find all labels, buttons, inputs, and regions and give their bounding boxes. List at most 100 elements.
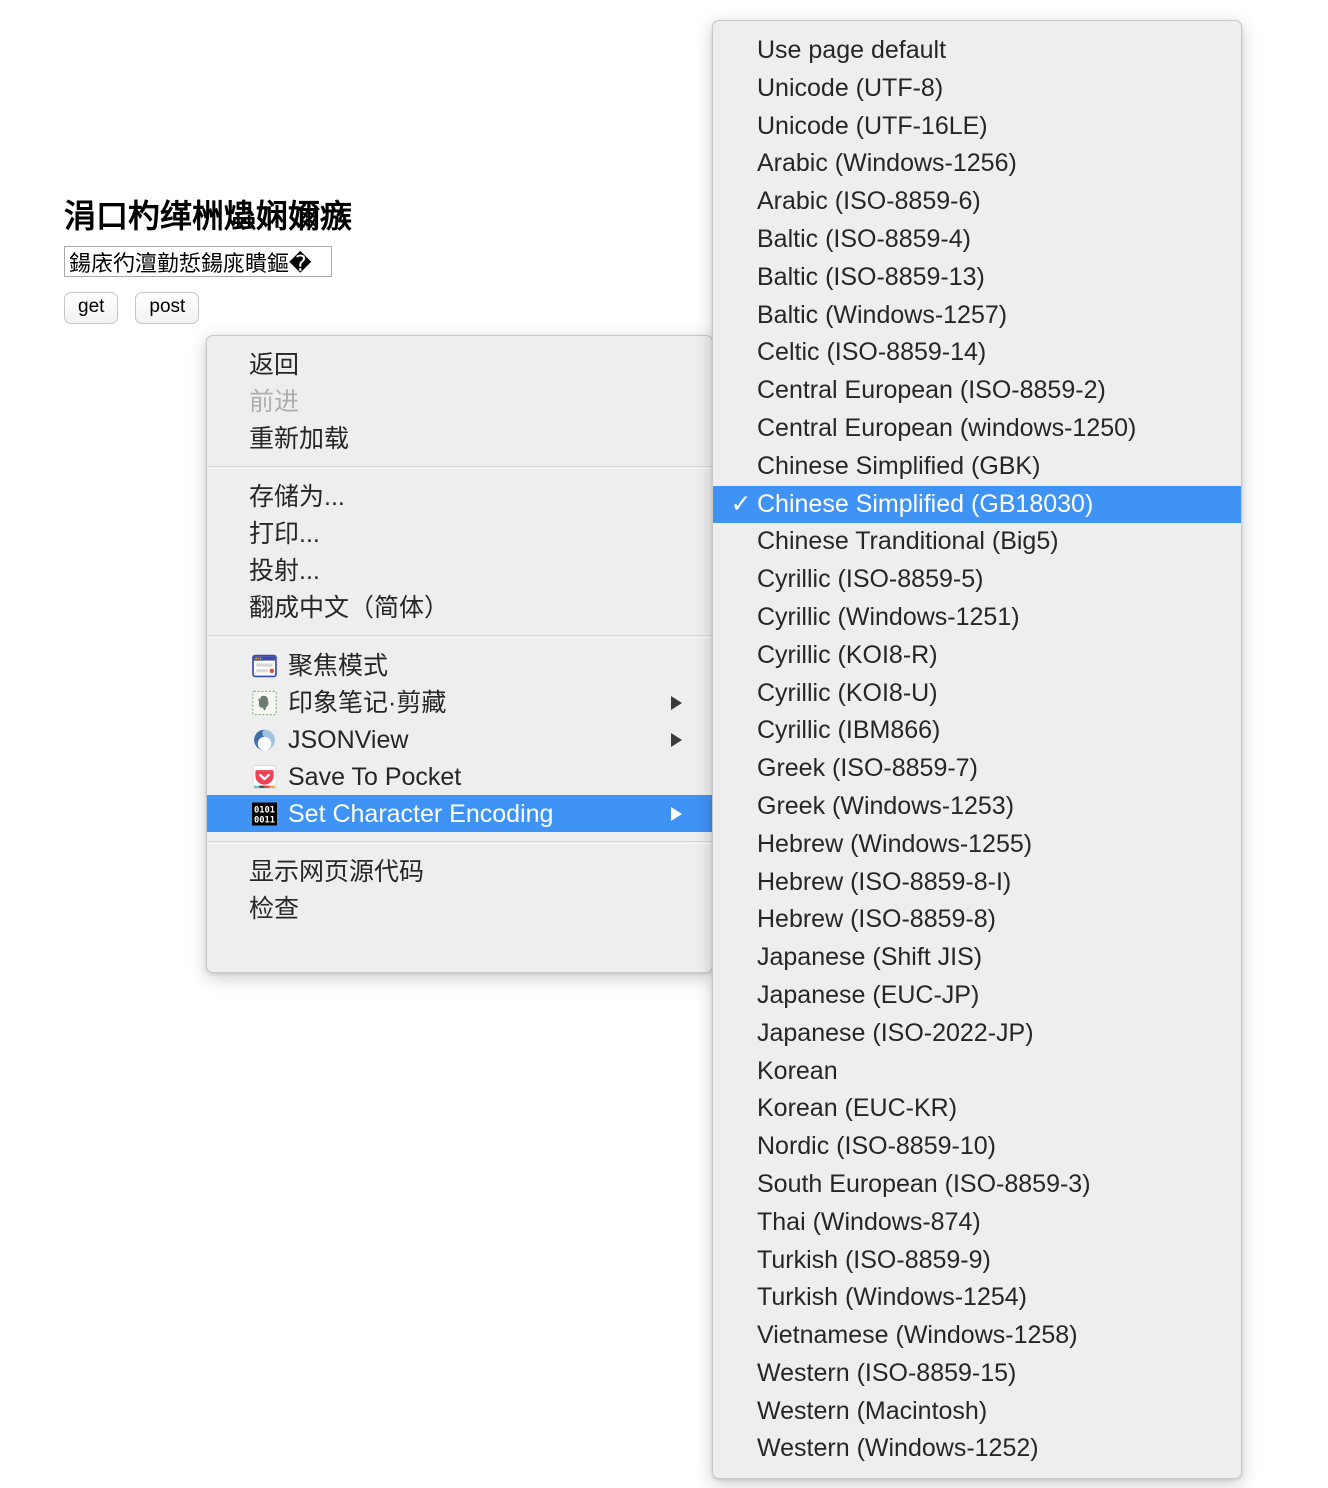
encoding-menu-item[interactable]: Western (Macintosh) xyxy=(713,1393,1241,1431)
encoding-menu-item[interactable]: ✓ Chinese Simplified (GB18030) xyxy=(713,485,1241,524)
context-menu-item[interactable]: 返回 xyxy=(207,346,712,383)
encoding-menu-item-label: Greek (Windows-1253) xyxy=(757,791,1015,820)
context-menu-item-label: 检查 xyxy=(249,894,300,923)
context-menu-item[interactable]: 显示网页源代码 xyxy=(207,853,712,890)
encoding-menu-item[interactable]: Japanese (EUC-JP) xyxy=(713,977,1241,1015)
encoding-menu-item[interactable]: Greek (Windows-1253) xyxy=(713,788,1241,826)
encoding-menu-item-label: Cyrillic (KOI8-R) xyxy=(757,640,938,669)
encoding-menu-item[interactable]: Korean xyxy=(713,1053,1241,1091)
encoding-menu-item[interactable]: Chinese Simplified (GBK) xyxy=(713,448,1241,486)
encoding-menu-item[interactable]: Korean (EUC-KR) xyxy=(713,1090,1241,1128)
encoding-menu-item[interactable]: Japanese (ISO-2022-JP) xyxy=(713,1015,1241,1053)
encoding-menu-item-label: Hebrew (Windows-1255) xyxy=(757,829,1033,858)
context-menu-item[interactable]: 打印... xyxy=(207,515,712,552)
form-button-row: get post xyxy=(64,292,352,324)
encoding-menu-item[interactable]: Nordic (ISO-8859-10) xyxy=(713,1128,1241,1166)
encoding-menu-item-label: Arabic (Windows-1256) xyxy=(757,149,1017,178)
encoding-menu-item[interactable]: Use page default xyxy=(713,32,1241,70)
context-menu-item-label: JSONView xyxy=(288,725,409,754)
encoding-menu-item[interactable]: Celtic (ISO-8859-14) xyxy=(713,334,1241,372)
encoding-menu-item-label: Chinese Tranditional (Big5) xyxy=(757,527,1059,556)
encoding-submenu: Use page default Unicode (UTF-8) Unicode (… xyxy=(712,20,1242,1479)
checkmark-icon: ✓ xyxy=(730,489,752,518)
encoding-menu-item-label: Western (Macintosh) xyxy=(757,1396,988,1425)
encoding-menu-item[interactable]: Central European (ISO-8859-2) xyxy=(713,372,1241,410)
encoding-menu-item-label: Baltic (Windows-1257) xyxy=(757,300,1008,329)
jsonview-swirl-icon xyxy=(252,727,277,752)
context-menu-item[interactable]: 印象笔记·剪藏 xyxy=(207,684,712,721)
context-menu-item[interactable]: 存储为... xyxy=(207,478,712,515)
encoding-menu-item[interactable]: Turkish (Windows-1254) xyxy=(713,1279,1241,1317)
encoding-menu-item[interactable]: Thai (Windows-874) xyxy=(713,1204,1241,1242)
search-input[interactable] xyxy=(64,246,332,277)
encoding-menu-item[interactable]: Baltic (ISO-8859-4) xyxy=(713,221,1241,259)
page-content: 涓口杓缂栦爞娴嬭瘯 get post xyxy=(64,196,352,324)
context-menu-item-label: Save To Pocket xyxy=(288,762,462,791)
encoding-menu-item-label: Turkish (Windows-1254) xyxy=(757,1283,1027,1312)
encoding-menu-item[interactable]: Hebrew (Windows-1255) xyxy=(713,826,1241,864)
encoding-menu-item[interactable]: Vietnamese (Windows-1258) xyxy=(713,1317,1241,1355)
encoding-menu-item[interactable]: Central European (windows-1250) xyxy=(713,410,1241,448)
encoding-menu-item-label: Japanese (ISO-2022-JP) xyxy=(757,1018,1034,1047)
submenu-arrow-icon xyxy=(671,806,682,821)
encoding-menu-item[interactable]: Arabic (Windows-1256) xyxy=(713,145,1241,183)
context-menu-item-label: 返回 xyxy=(249,350,300,379)
encoding-menu-item-label: Western (Windows-1252) xyxy=(757,1434,1039,1463)
encoding-menu-item-label: Japanese (Shift JIS) xyxy=(757,943,983,972)
context-menu-item-label: 翻成中文（简体） xyxy=(249,593,450,622)
context-menu-item[interactable]: Save To Pocket xyxy=(207,758,712,795)
encoding-menu-item-label: Unicode (UTF-8) xyxy=(757,73,944,102)
encoding-menu-item[interactable]: Cyrillic (ISO-8859-5) xyxy=(713,561,1241,599)
encoding-menu-item[interactable]: Chinese Tranditional (Big5) xyxy=(713,523,1241,561)
encoding-menu-item-label: Korean (EUC-KR) xyxy=(757,1094,958,1123)
encoding-menu-item[interactable]: Japanese (Shift JIS) xyxy=(713,939,1241,977)
encoding-menu-item-label: Western (ISO-8859-15) xyxy=(757,1358,1017,1387)
context-menu-item: 前进 xyxy=(207,383,712,420)
encoding-menu-item-label: Hebrew (ISO-8859-8) xyxy=(757,905,996,934)
context-menu-item[interactable]: 检查 xyxy=(207,890,712,927)
encoding-menu-item[interactable]: Hebrew (ISO-8859-8) xyxy=(713,901,1241,939)
encoding-menu-item-label: Use page default xyxy=(757,36,947,64)
encoding-menu-item[interactable]: South European (ISO-8859-3) xyxy=(713,1166,1241,1204)
context-menu-item[interactable]: 翻成中文（简体） xyxy=(207,589,712,626)
menu-separator xyxy=(207,466,712,469)
encoding-menu-item[interactable]: Hebrew (ISO-8859-8-I) xyxy=(713,864,1241,902)
encoding-menu-item[interactable]: Unicode (UTF-16LE) xyxy=(713,108,1241,146)
encoding-menu-item[interactable]: Cyrillic (KOI8-U) xyxy=(713,675,1241,713)
encoding-menu-item[interactable]: Greek (ISO-8859-7) xyxy=(713,750,1241,788)
submenu-arrow-icon xyxy=(671,732,682,747)
context-menu-item-label: 前进 xyxy=(249,387,300,416)
context-menu-item[interactable]: 聚焦模式 xyxy=(207,647,712,684)
encoding-menu-item-label: Cyrillic (KOI8-U) xyxy=(757,678,938,707)
context-menu-item[interactable]: 投射... xyxy=(207,552,712,589)
encoding-menu-item[interactable]: Arabic (ISO-8859-6) xyxy=(713,183,1241,221)
context-menu-item[interactable]: 0101 0011 Set Character Encoding xyxy=(207,795,712,832)
encoding-menu-item[interactable]: Western (ISO-8859-15) xyxy=(713,1355,1241,1393)
encoding-menu-item[interactable]: Cyrillic (Windows-1251) xyxy=(713,599,1241,637)
context-menu-item[interactable]: 重新加载 xyxy=(207,420,712,457)
encoding-menu-item-label: Unicode (UTF-16LE) xyxy=(757,111,988,140)
encoding-menu-item-label: Baltic (ISO-8859-4) xyxy=(757,224,971,253)
encoding-menu-item-label: Chinese Simplified (GBK) xyxy=(757,451,1041,480)
encoding-menu-item[interactable]: Baltic (ISO-8859-13) xyxy=(713,259,1241,297)
encoding-menu-item-label: Hebrew (ISO-8859-8-I) xyxy=(757,867,1012,896)
binary-0101-icon: 0101 0011 xyxy=(252,801,277,826)
browser-window-icon xyxy=(252,653,277,678)
encoding-menu-item-label: South European (ISO-8859-3) xyxy=(757,1169,1091,1198)
svg-text:0011: 0011 xyxy=(254,815,275,825)
encoding-menu-item-label: Cyrillic (Windows-1251) xyxy=(757,602,1020,631)
encoding-menu-item[interactable]: Western (Windows-1252) xyxy=(713,1430,1241,1468)
encoding-menu-item[interactable]: Turkish (ISO-8859-9) xyxy=(713,1242,1241,1280)
context-menu: 返回前进重新加载存储为... 打印... 投射... 翻成中文（简体） 聚焦模式 印象笔记… xyxy=(206,335,713,973)
get-button[interactable]: get xyxy=(64,292,119,324)
menu-separator xyxy=(207,841,712,844)
post-button[interactable]: post xyxy=(135,292,200,324)
encoding-menu-item[interactable]: Cyrillic (KOI8-R) xyxy=(713,637,1241,675)
menu-separator xyxy=(207,635,712,638)
evernote-elephant-icon xyxy=(252,690,277,715)
encoding-menu-item[interactable]: Baltic (Windows-1257) xyxy=(713,297,1241,335)
encoding-menu-item[interactable]: Unicode (UTF-8) xyxy=(713,70,1241,108)
context-menu-item[interactable]: JSONView xyxy=(207,721,712,758)
context-menu-item-label: Set Character Encoding xyxy=(288,799,554,828)
encoding-menu-item[interactable]: Cyrillic (IBM866) xyxy=(713,712,1241,750)
